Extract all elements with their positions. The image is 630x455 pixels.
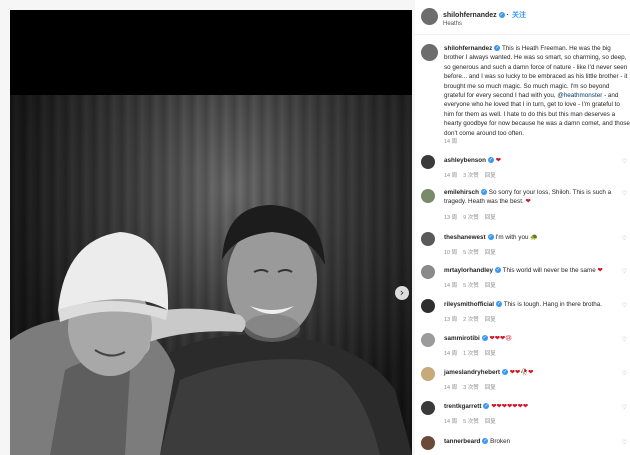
chevron-right-icon: › <box>399 286 405 299</box>
follow-button[interactable]: 关注 <box>512 12 526 19</box>
reply-button[interactable]: 回复 <box>485 250 496 256</box>
commenter-avatar[interactable] <box>421 367 435 381</box>
comment-text: rileysmithofficial ✓ This is tough. Hang … <box>444 301 603 308</box>
heart-outline-icon[interactable]: ♡ <box>622 158 627 165</box>
reply-button[interactable]: 回复 <box>485 351 496 357</box>
comment-meta: 13 周9 次赞 回复 <box>444 215 496 221</box>
comment-username[interactable]: trentkgarrett <box>444 403 481 410</box>
comment-text: jameslandryhebert ✓ ❤❤🥀❤ <box>444 369 534 376</box>
caption-time: 14 周 <box>444 139 458 145</box>
commenter-avatar[interactable] <box>421 265 435 279</box>
like-count[interactable]: 5 次赞 <box>463 283 479 289</box>
commenter-avatar[interactable] <box>421 333 435 347</box>
comment-text: mrtaylorhandley ✓ This world will never b… <box>444 267 603 274</box>
reply-button[interactable]: 回复 <box>485 215 496 221</box>
heart-outline-icon[interactable]: ♡ <box>622 404 627 411</box>
comment-username[interactable]: theshanewest <box>444 234 486 241</box>
like-count[interactable]: 5 次赞 <box>463 419 479 425</box>
comment-text: sammirotibi ✓ ❤❤❤😢 <box>444 335 512 342</box>
verified-badge-icon: ✓ <box>494 45 501 52</box>
comment-text: trentkgarrett ✓ ❤❤❤❤❤❤❤ <box>444 403 529 410</box>
verified-badge-icon: ✓ <box>487 234 494 241</box>
verified-badge-icon: ✓ <box>495 267 501 274</box>
reply-button[interactable]: 回复 <box>485 385 496 391</box>
commenter-avatar[interactable] <box>421 232 435 246</box>
heart-outline-icon[interactable]: ♡ <box>622 302 627 309</box>
comments-panel: shilohfernandez ✓ · 关注 Heaths shilohfernan… <box>415 0 630 455</box>
comment-text: emilehirsch ✓ So sorry for your loss, Shi… <box>444 189 612 206</box>
heart-outline-icon[interactable]: ♡ <box>622 235 627 242</box>
commenter-avatar[interactable] <box>421 436 435 450</box>
comment-meta: 14 周1 次赞 回复 <box>444 351 496 357</box>
like-count[interactable]: 9 次赞 <box>463 215 479 221</box>
heart-outline-icon[interactable]: ♡ <box>622 336 627 343</box>
reply-button[interactable]: 回复 <box>485 283 496 289</box>
heart-outline-icon[interactable]: ♡ <box>622 370 627 377</box>
commenter-avatar[interactable] <box>421 189 435 203</box>
comment-text: tannerbeard ✓ Broken <box>444 438 511 445</box>
comment-text: theshanewest ✓ I'm with you 🐢 <box>444 234 539 241</box>
post-photo[interactable] <box>10 10 412 455</box>
verified-badge-icon: ✓ <box>496 301 503 308</box>
comment-meta: 10 周5 次赞 回复 <box>444 250 496 256</box>
comment-meta: 14 周3 次赞 回复 <box>444 385 496 391</box>
comment-username[interactable]: rileysmithofficial <box>444 301 494 308</box>
verified-badge-icon: ✓ <box>481 189 487 196</box>
heart-outline-icon[interactable]: ♡ <box>622 268 627 275</box>
author-username[interactable]: shilohfernandez <box>443 12 497 19</box>
heart-outline-icon[interactable]: ♡ <box>622 439 627 446</box>
caption-avatar[interactable] <box>421 44 438 61</box>
photo-figures <box>10 205 412 455</box>
comment-text: ashleybenson ✓ ❤ <box>444 157 502 164</box>
caption-text: shilohfernandez ✓ This is Heath Freeman. … <box>444 44 630 138</box>
post-header-username-row: shilohfernandez ✓ · 关注 <box>443 12 526 19</box>
like-count[interactable]: 3 次赞 <box>463 385 479 391</box>
reply-button[interactable]: 回复 <box>485 173 496 179</box>
reply-button[interactable]: 回复 <box>485 419 496 425</box>
comment-username[interactable]: sammirotibi <box>444 335 480 342</box>
like-count[interactable]: 5 次赞 <box>463 250 479 256</box>
comment-meta: 14 周5 次赞 回复 <box>444 283 496 289</box>
comment-username[interactable]: emilehirsch <box>444 189 479 196</box>
comment-username[interactable]: mrtaylorhandley <box>444 267 493 274</box>
caption-mention[interactable]: @heathmonster <box>557 92 602 99</box>
comment-username[interactable]: ashleybenson <box>444 157 486 164</box>
verified-badge-icon: ✓ <box>488 157 494 164</box>
post-location[interactable]: Heaths <box>443 21 462 27</box>
like-count[interactable]: 1 次赞 <box>463 351 479 357</box>
heart-outline-icon[interactable]: ♡ <box>622 190 627 197</box>
like-count[interactable]: 3 次赞 <box>463 173 479 179</box>
reply-button[interactable]: 回复 <box>485 317 496 323</box>
comment-username[interactable]: tannerbeard <box>444 438 480 445</box>
comment-meta: 14 周3 次赞 回复 <box>444 173 496 179</box>
verified-badge-icon: ✓ <box>482 438 489 445</box>
caption-body-1: This is Heath Freeman. He was the big br… <box>444 45 628 100</box>
commenter-avatar[interactable] <box>421 401 435 415</box>
verified-badge-icon: ✓ <box>481 335 488 342</box>
caption-username[interactable]: shilohfernandez <box>444 45 492 52</box>
verified-badge-icon: ✓ <box>483 403 490 410</box>
media-area: › <box>0 0 415 455</box>
verified-badge-icon: ✓ <box>498 12 505 19</box>
author-avatar[interactable] <box>421 8 438 25</box>
next-image-button[interactable]: › <box>395 286 409 300</box>
commenter-avatar[interactable] <box>421 299 435 313</box>
comment-meta: 14 周5 次赞 回复 <box>444 419 496 425</box>
comment-username[interactable]: jameslandryhebert <box>444 369 500 376</box>
post-header: shilohfernandez ✓ · 关注 Heaths <box>415 0 630 35</box>
like-count[interactable]: 2 次赞 <box>463 317 479 323</box>
commenter-avatar[interactable] <box>421 155 435 169</box>
verified-badge-icon: ✓ <box>502 369 508 376</box>
comment-meta: 13 周2 次赞 回复 <box>444 317 496 323</box>
